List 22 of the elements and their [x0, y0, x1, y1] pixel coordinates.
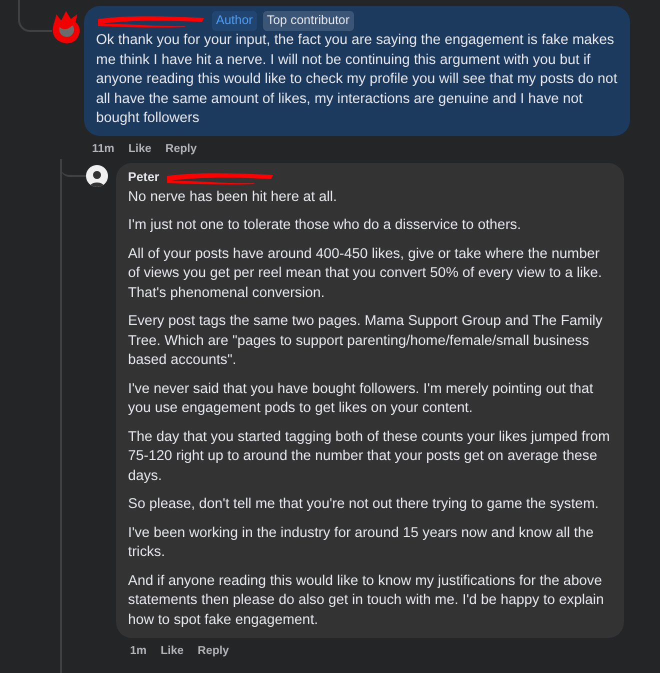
author-name[interactable]: Peter	[128, 168, 160, 188]
comment-time[interactable]: 11m	[92, 142, 114, 154]
comment-text: I've never said that you have bought followers. I'm merely pointing out that you use engagement pods to get likes on your content.	[128, 380, 594, 418]
avatar[interactable]	[86, 164, 108, 186]
thread-connector	[18, 0, 52, 32]
comment-text: And if anyone reading this would like to know my justifications for the above statements then please do also get in touch with me. I'd be happy to explain how to spot fake engagement.	[128, 572, 605, 630]
comment-text: Every post tags the same two pages. Mama Support Group and The Family Tree. Which are "pages to support parenting/home/female/small business based accounts".	[128, 312, 604, 370]
contributor-badge: Top contributor	[262, 11, 354, 31]
comment-text: I'm just not one to tolerate those who do a disservice to others.	[128, 216, 522, 235]
comment-action[interactable]: Like	[160, 645, 184, 657]
comment-time[interactable]: 1m	[130, 645, 147, 657]
comment-action[interactable]: Like	[128, 142, 152, 154]
author-badge: Author	[212, 11, 257, 31]
comment-text: The day that you started tagging both of these counts your likes jumped from 75-120 right up to around the number that your posts get on average these days.	[128, 428, 611, 486]
comment-text: I've been working in the industry for around 15 years now and know all the tricks.	[128, 524, 595, 562]
person-icon	[90, 170, 104, 186]
comment-text: So please, don't tell me that you're not out there trying to game the system.	[128, 495, 600, 514]
comment-text: Ok thank you for your input, the fact you are saying the engagement is fake makes me think I have hit a nerve. I will not be continuing this argument with you but if anyone reading this would like to check my profile you will see that my posts do not all have the same amount of likes, my interactions are genuine and I have not bought followers	[96, 31, 618, 128]
comment-action[interactable]: Reply	[165, 142, 197, 154]
comment-text: No nerve has been hit here at all.	[128, 188, 338, 206]
comment-action[interactable]: Reply	[198, 645, 229, 657]
comment-text: All of your posts have around 400-450 likes, give or take where the number of views you get per reel mean that you convert 50% of every view to a like. That's phenomenal conversion.	[128, 244, 603, 302]
